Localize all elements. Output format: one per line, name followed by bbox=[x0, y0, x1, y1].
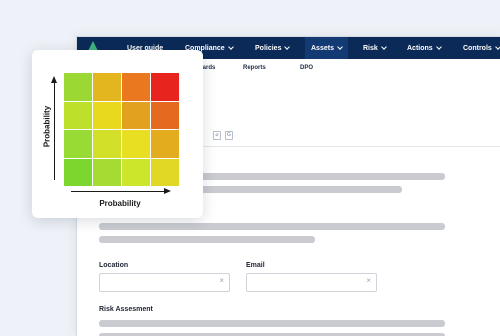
x-axis-label: Probability bbox=[99, 199, 141, 208]
nav-assets[interactable]: Assets bbox=[305, 37, 348, 59]
nav-policies-label: Policies bbox=[255, 44, 282, 52]
nav-policies[interactable]: Policies bbox=[255, 37, 291, 59]
email-input[interactable]: × bbox=[246, 273, 377, 292]
risk-matrix-grid bbox=[64, 73, 179, 186]
nav-assets-label: Assets bbox=[311, 44, 334, 52]
matrix-cell bbox=[122, 101, 150, 129]
clear-icon[interactable]: × bbox=[366, 276, 371, 285]
attachment-icon[interactable]: ⌀ bbox=[213, 131, 221, 140]
subnav-dpo[interactable]: DPO bbox=[300, 59, 313, 77]
placeholder-text-line bbox=[99, 320, 445, 327]
placeholder-text-line bbox=[99, 223, 445, 230]
matrix-cell bbox=[93, 73, 121, 101]
subnav-reports[interactable]: Reports bbox=[243, 59, 266, 77]
matrix-cell bbox=[122, 130, 150, 158]
y-axis-label: Probability bbox=[42, 105, 52, 148]
matrix-cell bbox=[151, 158, 179, 186]
nav-risk[interactable]: Risk bbox=[363, 37, 387, 59]
email-label: Email bbox=[246, 262, 265, 269]
nav-controls[interactable]: Controls bbox=[463, 37, 500, 59]
y-axis-arrow bbox=[51, 76, 57, 180]
chevron-down-icon bbox=[227, 44, 234, 50]
matrix-cell bbox=[64, 130, 92, 158]
chevron-down-icon bbox=[380, 44, 387, 50]
matrix-cell bbox=[93, 101, 121, 129]
matrix-cell bbox=[151, 130, 179, 158]
location-label: Location bbox=[99, 262, 129, 269]
nav-actions-label: Actions bbox=[407, 44, 433, 52]
chevron-down-icon bbox=[337, 44, 343, 50]
x-axis-arrow bbox=[71, 188, 171, 194]
matrix-cell bbox=[122, 158, 150, 186]
matrix-cell bbox=[64, 158, 92, 186]
location-input[interactable]: × bbox=[99, 273, 230, 292]
matrix-cell bbox=[93, 158, 121, 186]
placeholder-text-line bbox=[175, 173, 445, 180]
placeholder-text-line bbox=[99, 236, 315, 243]
nav-controls-label: Controls bbox=[463, 44, 492, 52]
google-icon[interactable]: G bbox=[225, 131, 233, 140]
matrix-cell bbox=[93, 130, 121, 158]
clear-icon[interactable]: × bbox=[219, 276, 224, 285]
matrix-cell bbox=[64, 101, 92, 129]
chevron-down-icon bbox=[435, 44, 442, 50]
matrix-cell bbox=[151, 101, 179, 129]
toolbar-icons: ⌀ G bbox=[213, 131, 233, 140]
nav-actions[interactable]: Actions bbox=[407, 37, 442, 59]
chevron-down-icon bbox=[494, 44, 500, 50]
matrix-cell bbox=[64, 73, 92, 101]
risk-matrix-card: Probability Probability bbox=[32, 50, 203, 218]
matrix-cell bbox=[122, 73, 150, 101]
placeholder-text-line bbox=[175, 186, 402, 193]
risk-assessment-label: Risk Assesment bbox=[99, 306, 153, 313]
chevron-down-icon bbox=[284, 44, 291, 50]
nav-risk-label: Risk bbox=[363, 44, 378, 52]
matrix-cell bbox=[151, 73, 179, 101]
